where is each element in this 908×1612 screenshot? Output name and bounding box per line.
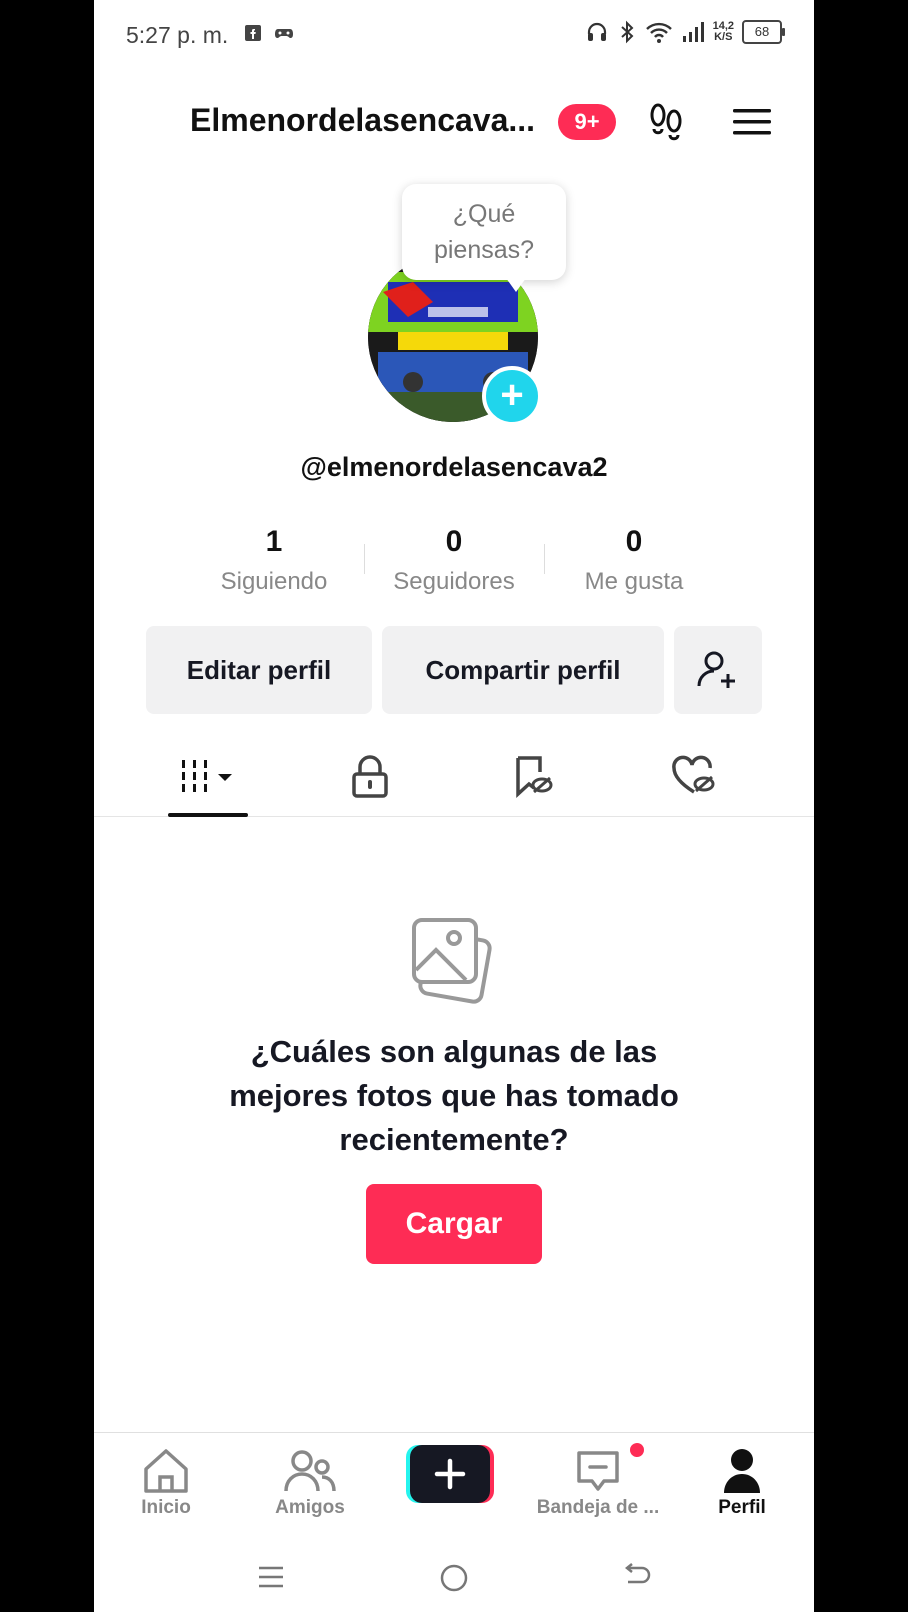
profile-icon (724, 1449, 760, 1493)
bookmark-hidden-icon (516, 756, 553, 798)
create-plus-icon (406, 1445, 494, 1503)
hamburger-menu-icon[interactable] (732, 106, 772, 138)
stat-likes[interactable]: 0 Me gusta (544, 522, 724, 602)
status-right-icons: 14,2 K/S 68 (585, 20, 785, 44)
nav-friends[interactable]: Amigos (238, 1433, 382, 1545)
tab-liked[interactable] (634, 736, 754, 816)
heart-hidden-icon (672, 755, 715, 794)
inbox-icon (577, 1451, 619, 1491)
tab-private[interactable] (310, 736, 430, 816)
network-speed-unit: K/S (714, 31, 733, 43)
battery-indicator: 68 (742, 20, 785, 44)
nav-profile-label: Perfil (718, 1497, 766, 1518)
footprints-icon[interactable] (646, 102, 686, 142)
active-tab-indicator (168, 813, 248, 817)
tab-videos[interactable] (148, 736, 268, 816)
facebook-icon (245, 25, 261, 41)
home-circle-icon[interactable] (438, 1562, 470, 1594)
nav-profile[interactable]: Perfil (670, 1433, 814, 1545)
status-bar: 5:27 p. m. 14,2 K/S 68 (94, 0, 814, 72)
nav-home-label: Inicio (141, 1497, 191, 1518)
add-friends-button[interactable] (674, 626, 762, 714)
stat-followers-value: 0 (445, 525, 463, 558)
nav-friends-label: Amigos (275, 1497, 345, 1518)
wifi-icon (645, 22, 672, 43)
friends-icon (284, 1450, 336, 1492)
add-story-plus-icon[interactable]: + (482, 366, 542, 426)
nav-inbox-label: Bandeja de ... (536, 1497, 660, 1518)
network-speed: 14,2 K/S (713, 21, 734, 43)
status-notification-icons (244, 24, 294, 42)
profile-stats: 1 Siguiendo 0 Seguidores 0 Me gusta (184, 522, 724, 602)
profile-handle: @elmenordelasencava2 (300, 452, 608, 482)
stat-likes-label: Me gusta (584, 568, 684, 595)
grid-videos-icon (182, 760, 232, 792)
recent-apps-icon[interactable] (256, 1562, 286, 1592)
phone-screen: 5:27 p. m. 14,2 K/S 68 Elmenordelasencav… (94, 0, 814, 1612)
tab-saved[interactable] (472, 736, 592, 816)
empty-state-message: ¿Cuáles son algunas de las mejores fotos… (229, 1034, 679, 1157)
share-profile-button[interactable]: Compartir perfil (382, 626, 664, 714)
stat-followers[interactable]: 0 Seguidores (364, 522, 544, 602)
upload-button[interactable]: Cargar (366, 1184, 542, 1264)
home-icon (144, 1449, 188, 1493)
game-controller-icon (275, 29, 293, 38)
profile-title[interactable]: Elmenordelasencava... (190, 102, 535, 139)
notification-badge[interactable]: 9+ (558, 104, 616, 140)
inbox-notification-dot (630, 1443, 644, 1457)
bluetooth-icon (620, 20, 634, 44)
content-tabs (94, 736, 814, 817)
photos-icon (412, 918, 492, 1004)
add-user-icon (697, 651, 735, 688)
create-button[interactable] (406, 1445, 494, 1503)
system-navigation-bar (94, 1544, 814, 1612)
edit-profile-button[interactable]: Editar perfil (146, 626, 372, 714)
stat-likes-value: 0 (625, 525, 643, 558)
stat-following[interactable]: 1 Siguiendo (184, 522, 364, 602)
signal-icon (682, 22, 704, 42)
nav-inbox[interactable]: Bandeja de ... (526, 1433, 670, 1545)
status-time: 5:27 p. m. (126, 22, 229, 48)
lock-icon (352, 755, 388, 798)
stat-following-label: Siguiendo (220, 568, 328, 595)
nav-home[interactable]: Inicio (94, 1433, 238, 1545)
profile-header: Elmenordelasencava... 9+ (94, 96, 814, 152)
stat-following-value: 1 (265, 525, 283, 558)
headphones-icon (587, 22, 606, 41)
stat-followers-label: Seguidores (393, 568, 515, 595)
back-icon[interactable] (620, 1562, 652, 1592)
thought-bubble[interactable]: ¿Qué piensas? (402, 184, 566, 292)
bottom-navigation: Inicio Amigos Bandeja de ... Perfil (94, 1432, 814, 1545)
